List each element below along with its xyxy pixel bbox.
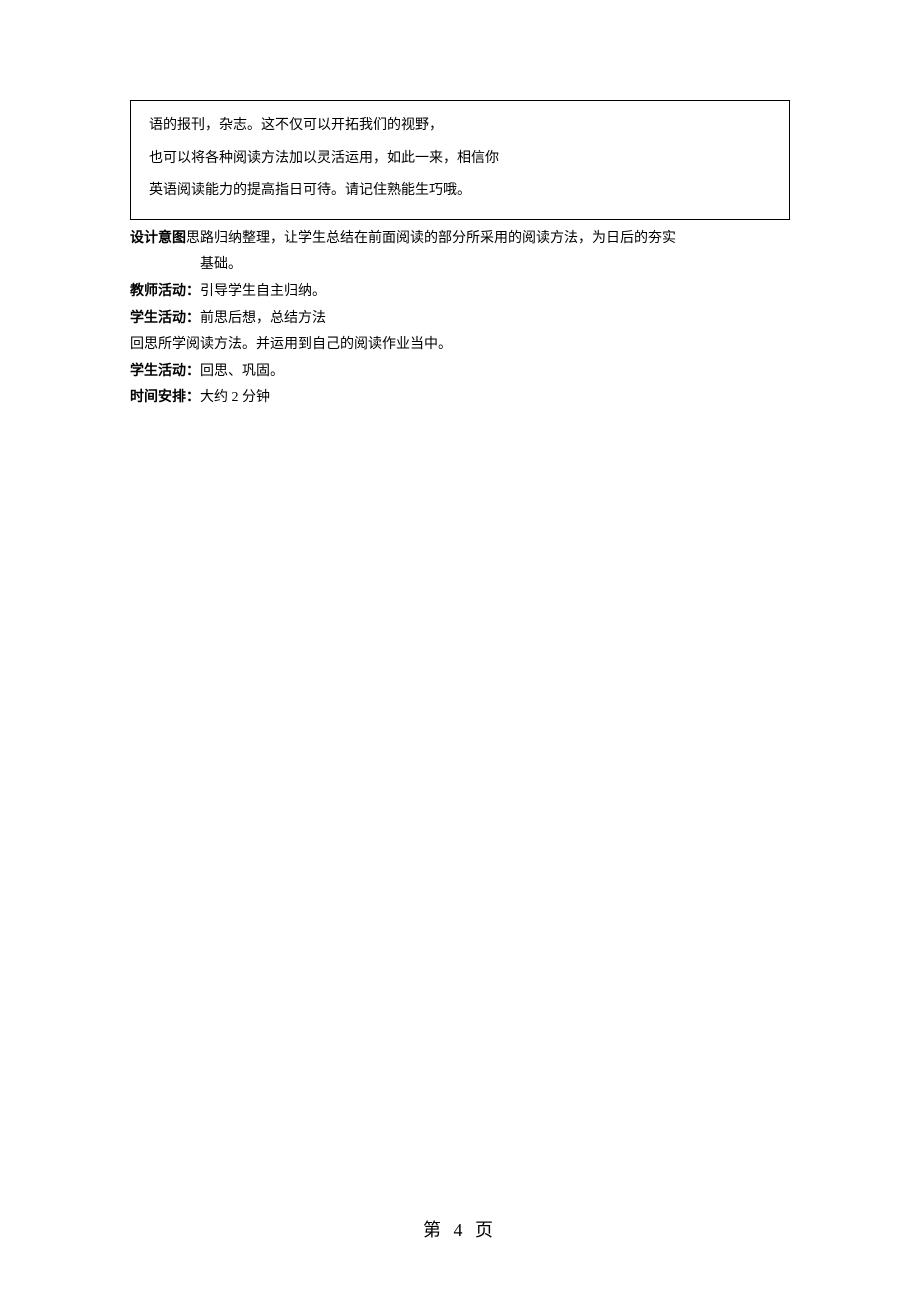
teacher-activity-label: 教师活动： bbox=[130, 284, 200, 299]
design-intent-line-2: 基础。 bbox=[130, 252, 790, 279]
recall-line: 回思所学阅读方法。并运用到自己的阅读作业当中。 bbox=[130, 332, 790, 359]
student-activity-1-label: 学生活动： bbox=[130, 311, 200, 326]
time-arrangement-text: 大约 2 分钟 bbox=[200, 390, 270, 405]
student-activity-1-text: 前思后想，总结方法 bbox=[200, 311, 326, 326]
student-activity-2-text: 回思、巩固。 bbox=[200, 364, 284, 379]
design-intent-line: 设计意图思路归纳整理，让学生总结在前面阅读的部分所采用的阅读方法，为日后的夯实 bbox=[130, 226, 790, 253]
page-content: 语的报刊，杂志。这不仅可以开拓我们的视野， 也可以将各种阅读方法加以灵活运用，如… bbox=[0, 0, 920, 412]
box-line-3: 英语阅读能力的提高指日可待。请记住熟能生巧哦。 bbox=[149, 178, 771, 205]
box-line-2: 也可以将各种阅读方法加以灵活运用，如此一来，相信你 bbox=[149, 146, 771, 173]
time-arrangement-label: 时间安排： bbox=[130, 390, 200, 405]
teacher-activity-line: 教师活动：引导学生自主归纳。 bbox=[130, 279, 790, 306]
teacher-activity-text: 引导学生自主归纳。 bbox=[200, 284, 326, 299]
time-arrangement-line: 时间安排：大约 2 分钟 bbox=[130, 385, 790, 412]
excerpt-box: 语的报刊，杂志。这不仅可以开拓我们的视野， 也可以将各种阅读方法加以灵活运用，如… bbox=[130, 100, 790, 220]
design-intent-text-1: 思路归纳整理，让学生总结在前面阅读的部分所采用的阅读方法，为日后的夯实 bbox=[186, 231, 676, 246]
page-footer: 第 4 页 bbox=[0, 1213, 920, 1247]
student-activity-2-label: 学生活动： bbox=[130, 364, 200, 379]
student-activity-1-line: 学生活动：前思后想，总结方法 bbox=[130, 306, 790, 333]
student-activity-2-line: 学生活动：回思、巩固。 bbox=[130, 359, 790, 386]
design-intent-label: 设计意图 bbox=[130, 231, 186, 246]
box-line-1: 语的报刊，杂志。这不仅可以开拓我们的视野， bbox=[149, 113, 771, 140]
